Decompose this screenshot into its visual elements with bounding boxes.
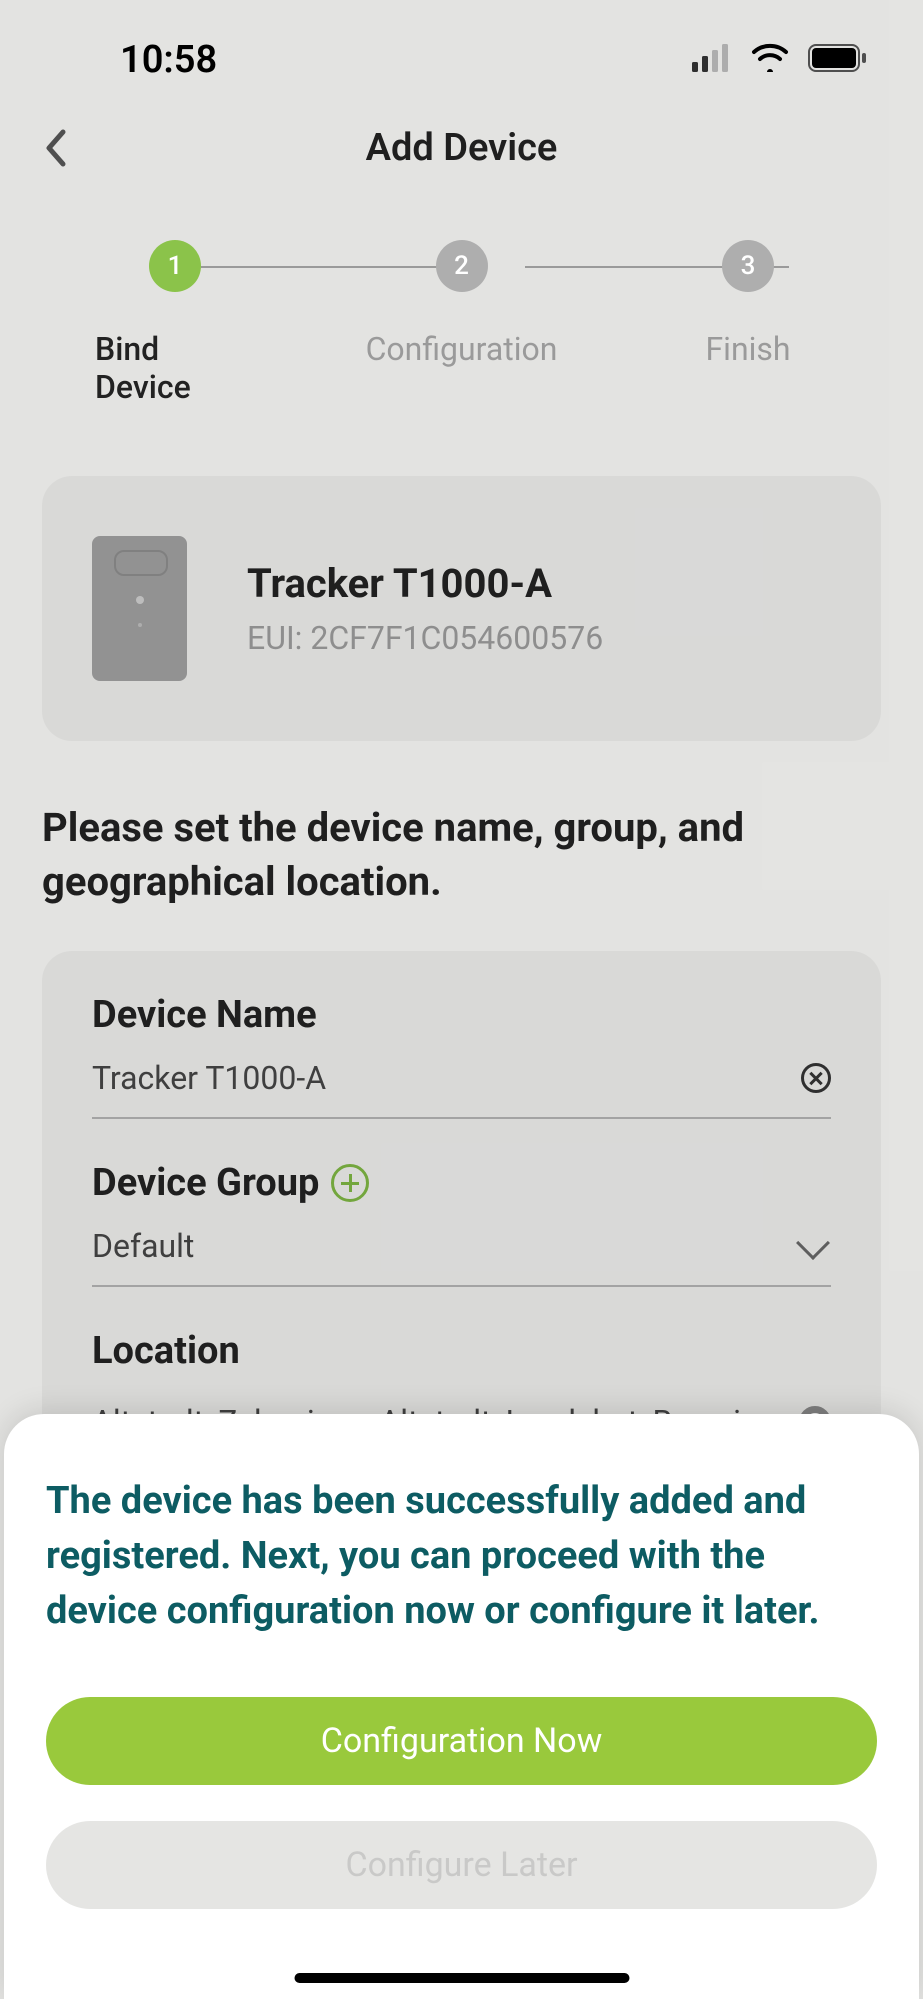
chevron-down-icon	[796, 1226, 830, 1260]
device-name-field: Device Name Tracker T1000-A	[92, 993, 831, 1119]
device-image	[92, 536, 187, 681]
step-configuration: 2 Configuration	[382, 240, 542, 368]
configuration-now-button[interactable]: Configuration Now	[46, 1697, 877, 1785]
device-group-field: Device Group Default	[92, 1161, 831, 1287]
status-time: 10:58	[55, 38, 217, 82]
device-card: Tracker T1000-A EUI: 2CF7F1C054600576	[42, 476, 881, 741]
step-number: 1	[149, 240, 201, 292]
status-bar: 10:58	[0, 0, 923, 100]
battery-icon	[808, 38, 868, 82]
field-label: Device Name	[92, 993, 831, 1037]
field-label: Device Group	[92, 1161, 319, 1205]
back-button[interactable]	[30, 123, 80, 173]
home-indicator[interactable]	[294, 1973, 629, 1983]
nav-header: Add Device	[0, 100, 923, 195]
device-name-input[interactable]: Tracker T1000-A	[92, 1059, 831, 1119]
step-finish: 3 Finish	[668, 240, 828, 368]
chevron-left-icon	[43, 128, 67, 168]
step-number: 2	[436, 240, 488, 292]
step-bind-device: 1 Bind Device	[95, 240, 255, 406]
step-label: Configuration	[366, 330, 558, 368]
field-label: Location	[92, 1329, 831, 1373]
stepper: 1 Bind Device 2 Configuration 3 Finish	[0, 195, 923, 406]
modal-message: The device has been successfully added a…	[46, 1474, 877, 1639]
step-label: Bind Device	[95, 330, 255, 406]
page-title: Add Device	[366, 126, 558, 170]
step-number: 3	[722, 240, 774, 292]
add-group-icon[interactable]	[331, 1164, 369, 1202]
wifi-icon	[750, 38, 790, 82]
device-form: Device Name Tracker T1000-A Device Group…	[42, 951, 881, 1483]
configure-later-button[interactable]: Configure Later	[46, 1821, 877, 1909]
step-label: Finish	[705, 330, 790, 368]
device-eui: EUI: 2CF7F1C054600576	[247, 619, 603, 657]
device-name: Tracker T1000-A	[247, 560, 603, 607]
cellular-icon	[692, 38, 732, 82]
form-prompt: Please set the device name, group, and g…	[42, 801, 881, 909]
field-value: Tracker T1000-A	[92, 1059, 326, 1097]
clear-icon[interactable]	[801, 1063, 831, 1093]
field-value: Default	[92, 1227, 194, 1265]
success-modal: The device has been successfully added a…	[4, 1414, 919, 1999]
device-group-select[interactable]: Default	[92, 1227, 831, 1287]
